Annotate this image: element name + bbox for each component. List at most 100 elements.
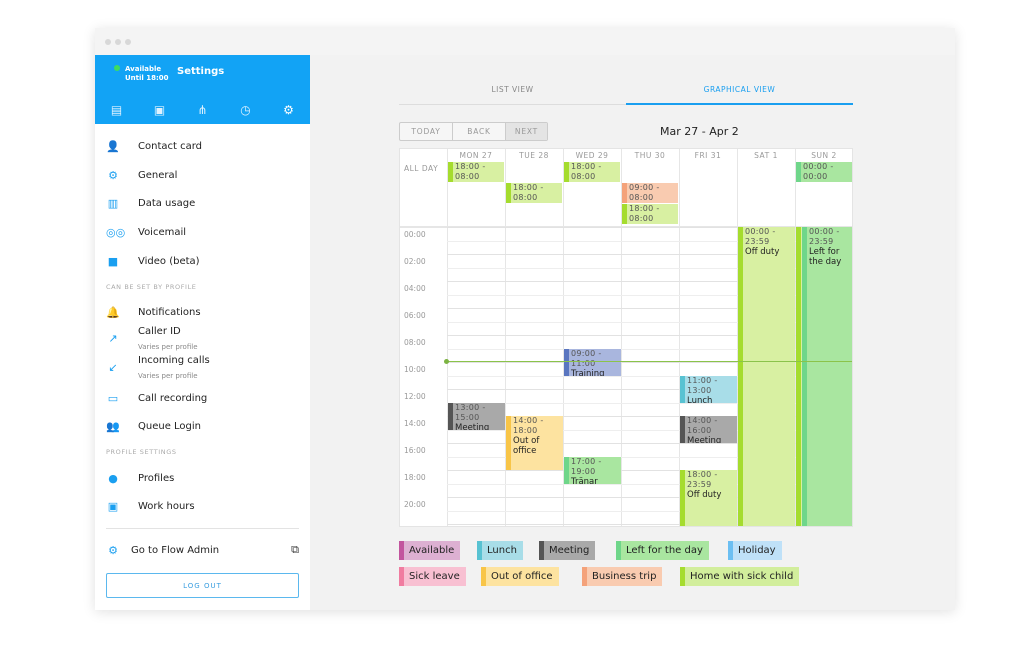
day-header[interactable]: MON 27 (447, 149, 505, 162)
window-dot[interactable] (125, 39, 131, 45)
day-header[interactable]: WED 29 (563, 149, 621, 162)
day-header[interactable]: SAT 1 (737, 149, 795, 162)
event-time: 00:00 - 23:59 (745, 227, 776, 246)
bell-icon: 🔔 (106, 305, 120, 319)
legend-label: Home with sick child (690, 571, 794, 582)
gear-icon: ⚙ (283, 103, 294, 117)
sidebar-item-label: Voicemail (138, 226, 187, 238)
day-header[interactable]: SUN 2 (795, 149, 852, 162)
day-header[interactable]: THU 30 (621, 149, 679, 162)
calendar-event[interactable]: 13:00 - 15:00 Meeting (448, 402, 505, 430)
event-color-bar (622, 204, 627, 224)
calendar-event[interactable]: 00:00 - 00:00Left for the day (796, 162, 852, 182)
event-color-bar (680, 416, 685, 443)
calendar-nav: TODAY BACK NEXT (399, 122, 548, 141)
chat-icon: ▤ (110, 103, 123, 117)
event-title: Left for the day (809, 247, 842, 267)
sidebar-item-label: Call recording (138, 392, 208, 404)
sidebar-item[interactable]: ▣ Work hours (95, 496, 310, 516)
calendar-event[interactable]: 09:00 - 08:00Business trip (622, 183, 678, 203)
sidebar-item-subtitle: Varies per profile (138, 343, 198, 351)
contacts-icon: ▣ (153, 103, 166, 117)
day-header[interactable]: FRI 31 (679, 149, 737, 162)
sidebar-tab[interactable]: ▣ (138, 96, 181, 124)
next-button[interactable]: NEXT (506, 123, 547, 140)
calendar-event[interactable]: 14:00 - 18:00 Out of office (506, 416, 563, 470)
go-to-flow-admin-link[interactable]: ⚙ Go to Flow Admin ⧉ (95, 540, 310, 560)
status[interactable]: Available Until 18:00 (125, 65, 169, 83)
arrow-up-right-icon: ↗ (108, 331, 118, 345)
sidebar-item-label: Queue Login (138, 420, 202, 432)
event-title: Training (571, 368, 605, 376)
calendar-event[interactable]: 11:00 - 13:00 Lunch (680, 375, 737, 403)
view-tabs: LIST VIEW GRAPHICAL VIEW (399, 75, 853, 105)
window-dot[interactable] (115, 39, 121, 45)
legend-item: Left for the day (616, 541, 709, 560)
event-time: 14:00 - 18:00 (513, 416, 544, 435)
event-time: 18:00 - 08:00 (629, 204, 660, 223)
tab-graphical-view[interactable]: GRAPHICAL VIEW (626, 75, 853, 105)
calendar-event[interactable]: 09:00 - 11:00 Training (564, 348, 621, 376)
sidebar-item[interactable]: ▭ Call recording (95, 388, 310, 408)
calendar-event[interactable]: 18:00 - 08:00Off duty (448, 162, 504, 182)
sidebar-item[interactable]: ● Profiles (95, 468, 310, 488)
app-window: Available Until 18:00 Settings ▤ ▣ ⋔ ◷ ⚙ ⚙ Go… (95, 28, 955, 610)
legend-color-bar (582, 567, 587, 586)
sidebar-item[interactable]: ◎◎ Voicemail (95, 222, 310, 242)
sidebar-tab[interactable]: ⋔ (181, 96, 224, 124)
calendar-event[interactable]: 18:00 - 23:59 Off duty (680, 470, 737, 526)
sidebar-item[interactable]: 👤 Contact card (95, 136, 310, 156)
legend-item: Available (399, 541, 461, 560)
calendar-event[interactable]: 18:00 - 08:00Off duty (506, 183, 562, 203)
logout-button[interactable]: LOG OUT (106, 573, 299, 598)
external-link-icon: ⧉ (291, 543, 299, 556)
event-color-bar (680, 375, 685, 403)
date-range: Mar 27 - Apr 2 (660, 125, 739, 138)
time-label: 16:00 (404, 446, 426, 455)
sidebar-item[interactable]: 🔔 Notifications (95, 302, 310, 322)
sidebar-header: Available Until 18:00 Settings ▤ ▣ ⋔ ◷ ⚙ (95, 55, 310, 124)
event-time: 00:00 - 23:59 (809, 227, 840, 246)
event-title: Tränar (571, 476, 598, 484)
recording-icon: ▭ (107, 391, 119, 405)
sidebar-item[interactable]: ⚙ General (95, 165, 310, 185)
legend-color-bar (399, 567, 404, 586)
back-button[interactable]: BACK (453, 123, 506, 140)
sidebar-tab[interactable]: ▤ (95, 96, 138, 124)
time-label: 02:00 (404, 257, 426, 266)
calendar-event[interactable]: 00:00 - 23:59 Off duty (738, 227, 795, 526)
sidebar-item[interactable]: ▥ Data usage (95, 193, 310, 213)
person-icon: 👤 (106, 139, 120, 153)
today-button[interactable]: TODAY (400, 123, 453, 140)
sidebar-tab[interactable]: ◷ (224, 96, 267, 124)
event-time: 18:00 - 08:00 (455, 162, 486, 181)
sidebar-item-label: General (138, 169, 178, 181)
legend-item: Lunch (477, 541, 523, 560)
calendar-event[interactable]: 00:00 - 23:59 Left for the day (802, 227, 852, 526)
sidebar-tab[interactable]: ⚙ (267, 96, 310, 124)
legend-label: Business trip (592, 571, 657, 582)
sidebar-item[interactable]: ↙ Incoming calls Varies per profile (95, 355, 310, 380)
group-icon: 👥 (106, 419, 120, 433)
calendar-event[interactable]: 18:00 - 08:00Off duty (564, 162, 620, 182)
sidebar-item[interactable]: 👥 Queue Login (95, 416, 310, 436)
day-header[interactable]: TUE 28 (505, 149, 563, 162)
calendar-event[interactable]: 17:00 - 19:00 Tränar (564, 456, 621, 484)
calendar-event[interactable]: 18:00 - 08:00Off duty (622, 204, 678, 224)
window-dot[interactable] (105, 39, 111, 45)
sidebar-item[interactable]: ■ Video (beta) (95, 251, 310, 271)
bar-chart-icon: ▥ (107, 196, 119, 210)
tab-list-view[interactable]: LIST VIEW (399, 75, 626, 105)
legend-item: Out of office (481, 567, 559, 586)
legend-item: Home with sick child (680, 567, 800, 586)
sidebar-item-label: Notifications (138, 306, 201, 318)
time-label: 10:00 (404, 365, 426, 374)
event-time: 09:00 - 08:00 (629, 183, 660, 202)
sidebar-item-label: Video (beta) (138, 255, 200, 267)
event-color-bar (506, 416, 511, 470)
event-title: Meeting (687, 436, 722, 443)
event-color-bar (680, 470, 685, 526)
sidebar-item[interactable]: ↗ Caller ID Varies per profile (95, 326, 310, 351)
time-label: 04:00 (404, 284, 426, 293)
calendar-event[interactable]: 14:00 - 16:00 Meeting (680, 416, 737, 443)
